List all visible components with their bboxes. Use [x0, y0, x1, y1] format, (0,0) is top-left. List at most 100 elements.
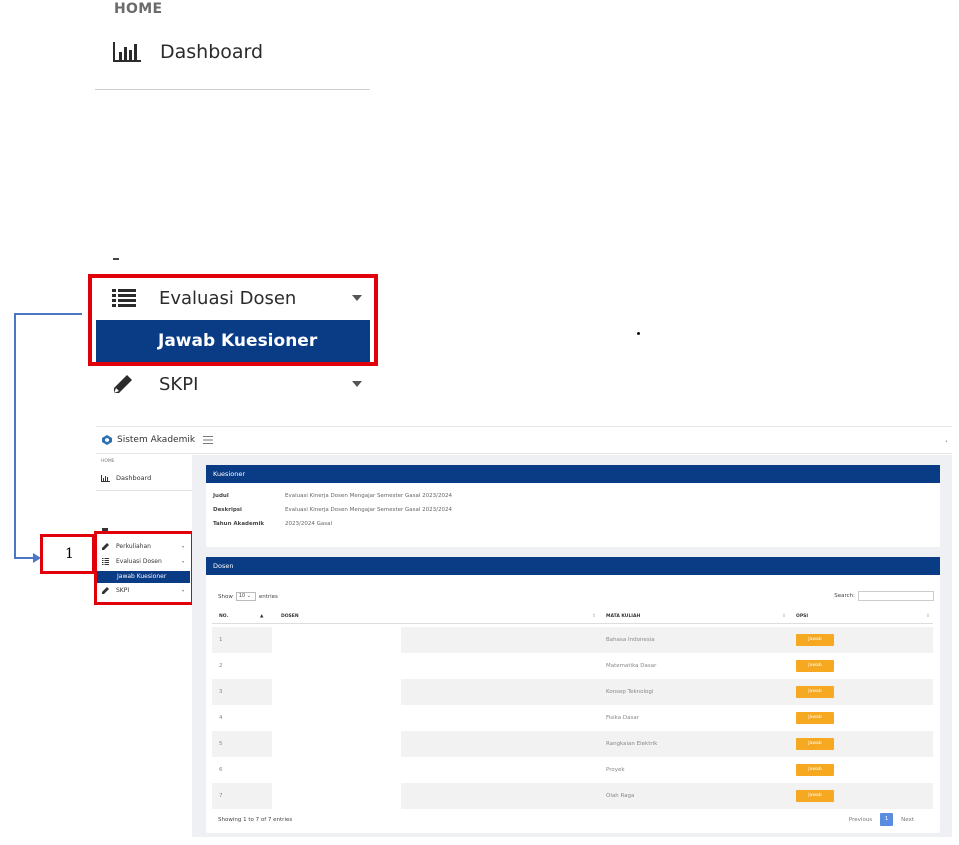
dosen-card: Dosen Show 10 ⌄ entries Search: NO. ▲ DO…: [206, 557, 940, 833]
jawab-button[interactable]: Jawab: [796, 634, 834, 646]
sort-icon: ⇕: [782, 614, 786, 619]
sort-asc-icon: ▲: [260, 614, 264, 619]
page-1-button[interactable]: 1: [880, 813, 894, 826]
row-no: 4: [219, 715, 223, 721]
redacted-dosen-cell: [272, 679, 401, 705]
show-label: Show: [218, 593, 233, 600]
deskripsi-label: Deskripsi: [213, 507, 242, 513]
deskripsi-value: Evaluasi Kinerja Dosen Mengajar Semester…: [285, 507, 453, 513]
jawab-button[interactable]: Jawab: [796, 738, 834, 750]
app-sidebar: HOME Dashboard Perkuliahan ▾ Evaluasi Do…: [94, 455, 194, 837]
table-header: NO. ▲ DOSEN ⇕ MATA KULIAH ⇕ OPSI ⇕: [212, 609, 933, 624]
show-entries-control: Show 10 ⌄ entries: [218, 592, 278, 601]
row-mata-kuliah: Fisika Dasar: [606, 715, 639, 721]
judul-value: Evaluasi Kinerja Dosen Mengajar Semester…: [285, 493, 453, 499]
app-topbar: Sistem Akademik •: [96, 426, 952, 454]
next-button[interactable]: Next: [901, 817, 914, 823]
row-mata-kuliah: Konsep Teknologi: [606, 689, 654, 695]
chevron-down-icon: [352, 381, 362, 387]
zoom-skpi-label: SKPI: [159, 373, 199, 395]
logo-icon: [102, 435, 112, 445]
jawab-button[interactable]: Jawab: [796, 764, 834, 776]
connector-line: [14, 313, 82, 315]
table-row: 6 Proyek Jawab: [212, 757, 933, 783]
table-row: 1 Bahasa Indonesia Jawab: [212, 627, 933, 653]
row-mata-kuliah: Matematika Dasar: [606, 663, 657, 669]
sidebar-dashboard-label: Dashboard: [116, 474, 152, 482]
sidebar-divider: [96, 490, 192, 491]
table-row: 4 Fisika Dasar Jawab: [212, 705, 933, 731]
column-header-no[interactable]: NO.: [219, 614, 228, 619]
sidebar-home-label: HOME: [101, 459, 115, 464]
bar-chart-icon: [101, 474, 110, 482]
zoom-home-label: HOME: [114, 1, 163, 17]
column-header-dosen[interactable]: DOSEN: [281, 614, 299, 619]
zoom-jawab-kuesioner-item[interactable]: Jawab Kuesioner: [96, 320, 370, 362]
kuesioner-card-header: Kuesioner: [206, 465, 940, 483]
zoom-divider: [95, 89, 370, 90]
zoom-evaluasi-label: Evaluasi Dosen: [159, 287, 297, 309]
table-row: 7 Olah Raga Jawab: [212, 783, 933, 809]
zoom-dashboard-item[interactable]: Dashboard: [112, 40, 263, 64]
row-mata-kuliah: Proyek: [606, 767, 625, 773]
callout-number: 1: [40, 534, 95, 574]
row-no: 6: [219, 767, 223, 773]
sort-icon: ⇕: [926, 614, 930, 619]
dosen-card-header: Dosen: [206, 557, 940, 575]
kuesioner-card: Kuesioner Judul Evaluasi Kinerja Dosen M…: [206, 465, 940, 547]
row-no: 2: [219, 663, 223, 669]
row-mata-kuliah: Olah Raga: [606, 793, 635, 799]
zoom-skpi-item[interactable]: SKPI: [112, 370, 362, 398]
connector-line: [14, 313, 16, 559]
row-no: 5: [219, 741, 223, 747]
pagination: Previous 1 Next: [849, 813, 914, 826]
zoom-dashboard-label: Dashboard: [160, 41, 264, 63]
entries-select[interactable]: 10 ⌄: [235, 592, 256, 601]
entries-label: entries: [258, 593, 278, 600]
jawab-button[interactable]: Jawab: [796, 660, 834, 672]
jawab-button[interactable]: Jawab: [796, 712, 834, 724]
entries-select-value: 10: [238, 593, 246, 599]
pencil-icon: [114, 375, 132, 393]
redacted-dosen-cell: [272, 627, 401, 653]
app-title: Sistem Akademik: [117, 435, 196, 445]
list-icon: [112, 289, 136, 307]
row-no: 7: [219, 793, 223, 799]
stray-dot: [637, 332, 640, 335]
bar-chart-icon: [113, 42, 141, 62]
hamburger-menu-icon[interactable]: [203, 436, 214, 444]
table-row: 2 Matematika Dasar Jawab: [212, 653, 933, 679]
row-no: 1: [219, 637, 223, 643]
table-row: 5 Rangkaian Elektrik Jawab: [212, 731, 933, 757]
zoom-evaluasi-item[interactable]: Evaluasi Dosen: [112, 284, 362, 312]
search-control: Search:: [834, 591, 934, 601]
sort-icon: ⇕: [592, 614, 596, 619]
kuesioner-deskripsi-row: Deskripsi Evaluasi Kinerja Dosen Mengaja…: [213, 507, 452, 513]
connector-line: [14, 557, 34, 559]
topbar-dot: •: [945, 439, 948, 445]
tahun-value: 2023/2024 Gasal: [285, 521, 332, 527]
zoom-cropped-fragment: [113, 258, 119, 260]
redacted-dosen-cell: [272, 731, 401, 757]
table-row: 3 Konsep Teknologi Jawab: [212, 679, 933, 705]
judul-label: Judul: [213, 493, 229, 499]
tahun-label: Tahun Akademik: [213, 521, 264, 527]
sidebar-highlight-box: [94, 531, 194, 605]
row-mata-kuliah: Bahasa Indonesia: [606, 637, 655, 643]
chevron-down-icon: [352, 295, 362, 301]
column-header-opsi[interactable]: OPSI: [796, 614, 808, 619]
row-no: 3: [219, 689, 223, 695]
search-label: Search:: [834, 593, 855, 599]
redacted-dosen-cell: [272, 783, 401, 809]
jawab-button[interactable]: Jawab: [796, 686, 834, 698]
row-mata-kuliah: Rangkaian Elektrik: [606, 741, 658, 747]
table-info: Showing 1 to 7 of 7 entries: [218, 817, 293, 823]
previous-button[interactable]: Previous: [849, 817, 872, 823]
kuesioner-tahun-row: Tahun Akademik 2023/2024 Gasal: [213, 521, 332, 527]
search-input[interactable]: [858, 591, 934, 601]
kuesioner-judul-row: Judul Evaluasi Kinerja Dosen Mengajar Se…: [213, 493, 452, 499]
sidebar-item-dashboard[interactable]: Dashboard: [101, 474, 151, 482]
jawab-button[interactable]: Jawab: [796, 790, 834, 802]
main-content: Kuesioner Judul Evaluasi Kinerja Dosen M…: [192, 455, 952, 837]
column-header-mata-kuliah[interactable]: MATA KULIAH: [606, 614, 640, 619]
